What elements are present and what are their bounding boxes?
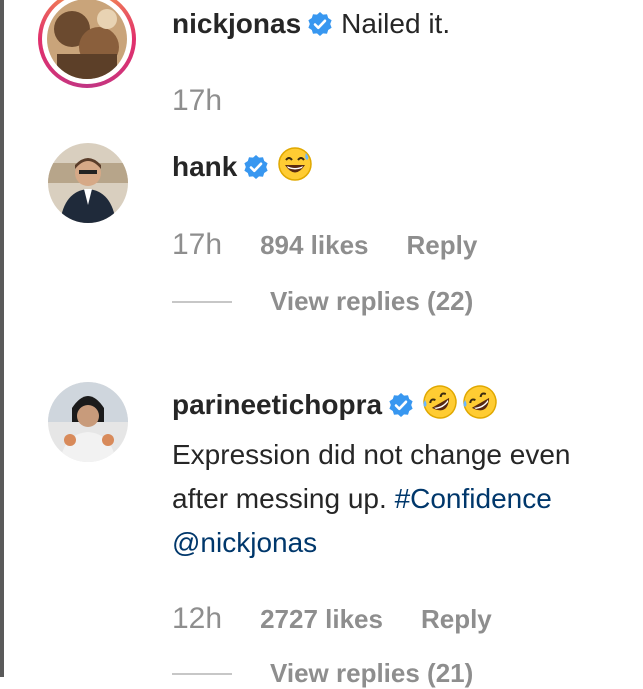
reply-button[interactable]: Reply [407,230,478,261]
comment-text: Expression did not change even [172,439,571,470]
rofl-emoji-icon [422,384,458,433]
comment-meta: 12h 2727 likes Reply [172,602,530,636]
rofl-emoji-icon [462,384,498,433]
reply-button[interactable]: Reply [421,604,492,635]
view-replies-button[interactable]: View replies (21) [172,658,473,689]
likes-count[interactable]: 894 likes [260,230,368,261]
timestamp[interactable]: 12h [172,602,222,636]
comment-meta: 17h [172,84,260,118]
verified-badge-icon [243,149,269,193]
comment-text: after messing up. [172,483,395,514]
laughing-emoji-icon [277,146,313,195]
comment-text: Nailed it. [341,8,451,39]
window-edge [0,0,4,677]
comment-body: hank [172,145,643,195]
timestamp[interactable]: 17h [172,84,222,118]
divider [172,300,232,303]
avatar[interactable] [48,143,128,223]
avatar[interactable] [47,0,127,79]
view-replies-label: View replies (21) [270,658,474,688]
divider [172,672,232,675]
username[interactable]: hank [172,151,237,182]
comment-body: nickjonas Nailed it. [172,2,643,50]
comment-body: parineetichopra Expression did not chang… [172,383,643,565]
story-ring[interactable] [38,0,136,88]
username[interactable]: nickjonas [172,8,301,39]
hashtag-link[interactable]: #Confidence [395,483,552,514]
username[interactable]: parineetichopra [172,389,382,420]
verified-badge-icon [388,387,414,431]
view-replies-label: View replies (22) [270,286,474,316]
verified-badge-icon [307,6,333,50]
comment-meta: 17h 894 likes Reply [172,228,515,262]
view-replies-button[interactable]: View replies (22) [172,286,473,317]
avatar[interactable] [48,382,128,462]
mention-link[interactable]: @nickjonas [172,527,317,558]
timestamp[interactable]: 17h [172,228,222,262]
likes-count[interactable]: 2727 likes [260,604,383,635]
